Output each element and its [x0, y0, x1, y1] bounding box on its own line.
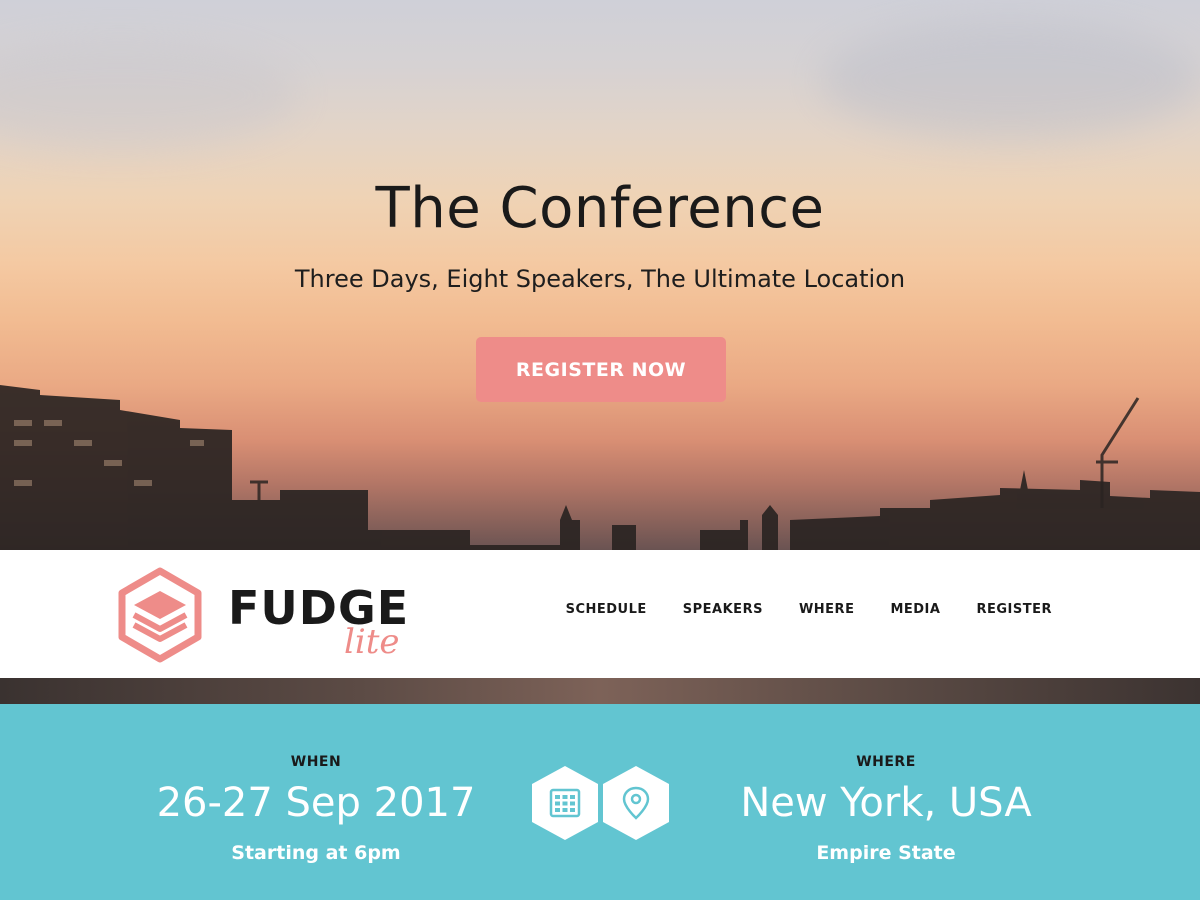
map-pin-icon [603, 766, 669, 840]
page-title: The Conference [375, 176, 825, 241]
logo-subtext: lite [344, 622, 400, 662]
main-navigation: SCHEDULE SPEAKERS WHERE MEDIA REGISTER [566, 602, 1052, 617]
background-image-strip [0, 678, 1200, 704]
nav-item-where[interactable]: WHERE [799, 602, 855, 617]
navbar: FUDGE lite SCHEDULE SPEAKERS WHERE MEDIA… [0, 550, 1200, 678]
event-location: New York, USA [740, 780, 1032, 826]
event-dates: 26-27 Sep 2017 [156, 780, 476, 826]
calendar-icon [532, 766, 598, 840]
stacked-layers-logo-icon [118, 567, 202, 663]
register-now-button[interactable]: REGISTER NOW [476, 337, 726, 402]
event-info-band: WHEN 26-27 Sep 2017 Starting at 6pm WHER… [0, 704, 1200, 900]
site-logo[interactable]: FUDGE lite [116, 567, 436, 663]
when-label: WHEN [290, 754, 342, 770]
nav-item-media[interactable]: MEDIA [890, 602, 940, 617]
nav-item-speakers[interactable]: SPEAKERS [683, 602, 763, 617]
hero-subtitle: Three Days, Eight Speakers, The Ultimate… [294, 265, 906, 293]
event-start-time: Starting at 6pm [231, 842, 401, 864]
where-label: WHERE [856, 754, 916, 770]
event-venue: Empire State [816, 842, 956, 864]
nav-item-register[interactable]: REGISTER [976, 602, 1052, 617]
hero-section: The Conference Three Days, Eight Speaker… [0, 0, 1200, 550]
nav-item-schedule[interactable]: SCHEDULE [566, 602, 647, 617]
